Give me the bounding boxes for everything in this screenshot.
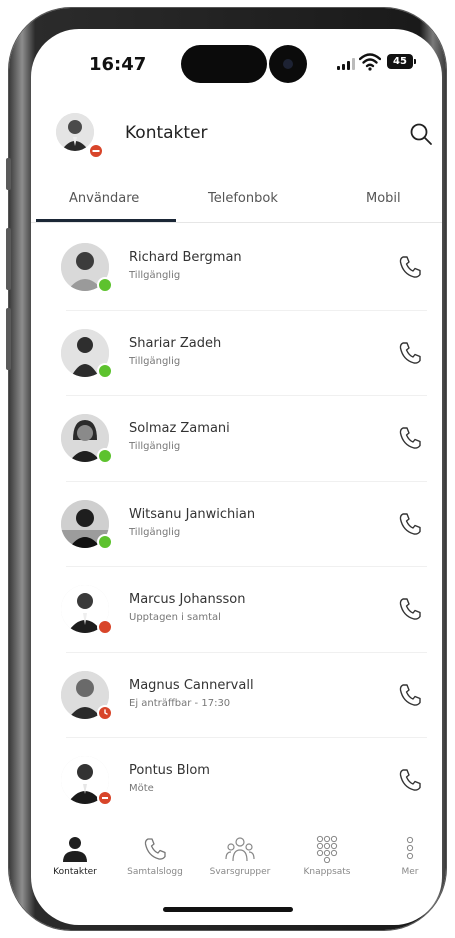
away-status-icon xyxy=(97,704,113,721)
phone-icon[interactable] xyxy=(397,682,423,708)
avatar xyxy=(61,243,113,293)
phone-icon[interactable] xyxy=(397,596,423,622)
avatar xyxy=(61,670,113,721)
avatar xyxy=(61,585,113,635)
nav-kontakter[interactable]: Kontakter xyxy=(45,835,105,877)
clock-icon xyxy=(104,708,108,715)
nav-knappsats[interactable]: Knappsats xyxy=(297,835,357,877)
keypad-icon xyxy=(316,835,338,863)
contact-row[interactable]: Marcus Johansson Upptagen i samtal xyxy=(31,567,442,653)
front-camera xyxy=(269,45,307,83)
busy-status-icon xyxy=(88,143,104,159)
nav-svarsgrupper[interactable]: Svarsgrupper xyxy=(203,835,277,877)
contact-name: Magnus Cannervall xyxy=(129,677,254,693)
tab-divider xyxy=(31,222,442,223)
volume-down-button xyxy=(6,308,11,370)
available-status-icon xyxy=(97,277,113,293)
avatar xyxy=(61,328,113,379)
contact-status: Upptagen i samtal xyxy=(129,612,221,623)
dynamic-island xyxy=(181,45,267,83)
nav-label: Kontakter xyxy=(53,867,97,877)
contact-name: Marcus Johansson xyxy=(129,592,246,607)
nav-label: Mer xyxy=(401,867,419,877)
avatar xyxy=(61,499,113,550)
tab-mobil[interactable]: Mobil xyxy=(366,191,401,206)
bottom-nav: Kontakter Samtalslogg Svarsgrupper Knapp… xyxy=(31,835,442,895)
battery-icon: 45 xyxy=(387,54,416,69)
home-indicator[interactable] xyxy=(163,907,293,912)
screen: 16:47 45 Kontakter Användare Telefonbok … xyxy=(31,29,442,925)
nav-label: Knappsats xyxy=(303,867,351,877)
contact-status: Ej anträffbar - 17:30 xyxy=(129,697,231,709)
contact-row[interactable]: Richard Bergman Tillgänglig xyxy=(31,225,442,311)
busy-status-icon xyxy=(97,619,113,635)
contact-row[interactable]: Pontus Blom Möte xyxy=(31,738,442,824)
nav-label: Samtalslogg xyxy=(127,867,183,877)
contact-list: Richard Bergman Tillgänglig Shariar Zade… xyxy=(31,225,442,824)
signal-icon xyxy=(337,58,355,70)
contact-status: Tillgänglig xyxy=(129,526,181,538)
contact-row[interactable]: Witsanu Janwichian Tillgänglig xyxy=(31,482,442,567)
phone-icon[interactable] xyxy=(397,254,423,280)
contact-name: Richard Bergman xyxy=(129,250,242,265)
contact-row[interactable]: Magnus Cannervall Ej anträffbar - 17:30 xyxy=(31,653,442,738)
avatar xyxy=(61,756,113,806)
nav-mer[interactable]: Mer xyxy=(392,835,428,877)
contact-status: Tillgänglig xyxy=(129,270,181,281)
wifi-icon xyxy=(359,53,381,71)
person-icon xyxy=(63,837,87,862)
phone-icon[interactable] xyxy=(397,767,423,793)
available-status-icon xyxy=(97,448,113,464)
search-icon[interactable] xyxy=(408,121,434,147)
contact-status: Möte xyxy=(129,783,154,794)
contact-name: Solmaz Zamani xyxy=(129,421,230,436)
contact-status: Tillgänglig xyxy=(129,441,181,452)
status-time: 16:47 xyxy=(89,54,147,75)
contact-row[interactable]: Solmaz Zamani Tillgänglig xyxy=(31,396,442,482)
contact-name: Shariar Zadeh xyxy=(129,335,222,351)
phone-icon[interactable] xyxy=(397,511,423,537)
phone-frame: 16:47 45 Kontakter Användare Telefonbok … xyxy=(6,8,446,930)
group-icon xyxy=(225,837,255,862)
mute-switch xyxy=(6,158,11,190)
contact-row[interactable]: Shariar Zadeh Tillgänglig xyxy=(31,311,442,396)
phone-icon xyxy=(144,838,166,860)
phone-icon[interactable] xyxy=(397,340,423,366)
meeting-status-icon xyxy=(97,790,113,806)
volume-up-button xyxy=(6,228,11,290)
tab-telefonbok[interactable]: Telefonbok xyxy=(208,191,278,206)
contact-name: Witsanu Janwichian xyxy=(129,506,256,522)
phone-icon[interactable] xyxy=(397,425,423,451)
available-status-icon xyxy=(97,533,113,550)
more-icon xyxy=(406,836,414,860)
avatar xyxy=(61,414,113,464)
nav-label: Svarsgrupper xyxy=(209,867,271,877)
page-title: Kontakter xyxy=(125,123,208,143)
tab-anvandare[interactable]: Användare xyxy=(69,191,139,206)
contact-status: Tillgänglig xyxy=(129,355,181,367)
contact-name: Pontus Blom xyxy=(129,763,210,778)
minus-icon xyxy=(102,797,108,799)
available-status-icon xyxy=(97,362,113,379)
nav-samtalslogg[interactable]: Samtalslogg xyxy=(123,835,187,877)
